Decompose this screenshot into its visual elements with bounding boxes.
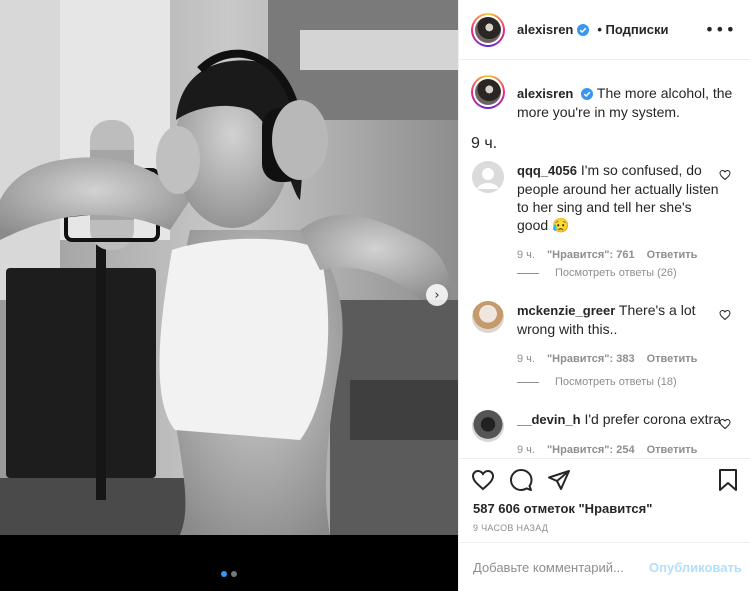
likes-count[interactable]: 587 606 отметок "Нравится" [459, 501, 750, 516]
caption-avatar[interactable] [471, 75, 505, 109]
comment-item: qqq_4056 I'm so confused, do people arou… [459, 161, 750, 264]
post-actions: 587 606 отметок "Нравится" 9 часов назад… [459, 458, 750, 591]
reply-button[interactable]: Ответить [647, 246, 698, 264]
comment-likes[interactable]: "Нравится": 254 [547, 441, 635, 457]
default-avatar-icon [472, 161, 504, 193]
next-photo-button[interactable]: › [426, 284, 448, 306]
reply-button[interactable]: Ответить [647, 350, 698, 368]
post-caption: alexisren The more alcohol, the more you… [459, 61, 750, 121]
comment-meta: 9 ч. "Нравится": 761 Ответить [517, 246, 723, 264]
comment-time[interactable]: 9 ч. [517, 246, 535, 264]
author-avatar[interactable] [471, 12, 505, 47]
commenter-avatar[interactable] [472, 410, 504, 442]
post-sidebar: alexisren • Подписки ••• alexisren The m… [458, 0, 750, 591]
comment-input[interactable] [473, 560, 649, 575]
follow-status[interactable]: • Подписки [597, 22, 668, 37]
view-replies-link[interactable]: Посмотреть ответы (18) [517, 376, 677, 388]
comment-meta: 9 ч. "Нравится": 383 Ответить [517, 350, 723, 368]
comment-time[interactable]: 9 ч. [517, 350, 535, 368]
publish-button[interactable]: Опубликовать [649, 560, 742, 575]
comment-text: I'd prefer corona extra [584, 411, 722, 427]
posted-time: 9 часов назад [473, 523, 549, 533]
comment-username[interactable]: __devin_h [517, 412, 581, 427]
comment-username[interactable]: qqq_4056 [517, 163, 577, 178]
comments-list: alexisren The more alcohol, the more you… [459, 61, 750, 457]
like-heart-icon[interactable] [471, 468, 495, 492]
carousel-dot [221, 571, 227, 577]
author-username[interactable]: alexisren [517, 22, 573, 37]
comment-username[interactable]: mckenzie_greer [517, 303, 615, 318]
comment-item: __devin_h I'd prefer corona extra 9 ч. "… [459, 410, 750, 457]
more-options-icon[interactable]: ••• [705, 20, 736, 39]
share-send-icon[interactable] [547, 468, 571, 492]
post-photo [0, 0, 458, 535]
caption-time: 9 ч. [471, 135, 498, 152]
carousel-indicator [0, 571, 458, 577]
post-media: › [0, 0, 458, 591]
add-comment-bar: Опубликовать [459, 542, 750, 591]
carousel-dot [231, 571, 237, 577]
like-comment-heart-icon[interactable] [719, 169, 731, 181]
comment-time[interactable]: 9 ч. [517, 441, 535, 457]
caption-username[interactable]: alexisren [517, 86, 573, 101]
like-comment-heart-icon[interactable] [719, 418, 731, 430]
comment-item: mckenzie_greer There's a lot wrong with … [459, 301, 750, 368]
comment-meta: 9 ч. "Нравится": 254 Ответить [517, 441, 723, 457]
verified-badge-icon [577, 23, 590, 36]
comment-likes[interactable]: "Нравится": 761 [547, 246, 635, 264]
commenter-avatar[interactable] [472, 161, 504, 193]
view-replies-link[interactable]: Посмотреть ответы (26) [517, 267, 677, 279]
save-bookmark-icon[interactable] [717, 468, 739, 492]
reply-button[interactable]: Ответить [647, 441, 698, 457]
comment-likes[interactable]: "Нравится": 383 [547, 350, 635, 368]
like-comment-heart-icon[interactable] [719, 309, 731, 321]
commenter-avatar[interactable] [472, 301, 504, 333]
verified-badge-icon [581, 88, 594, 100]
comment-bubble-icon[interactable] [509, 468, 533, 492]
post-header: alexisren • Подписки ••• [459, 0, 750, 60]
